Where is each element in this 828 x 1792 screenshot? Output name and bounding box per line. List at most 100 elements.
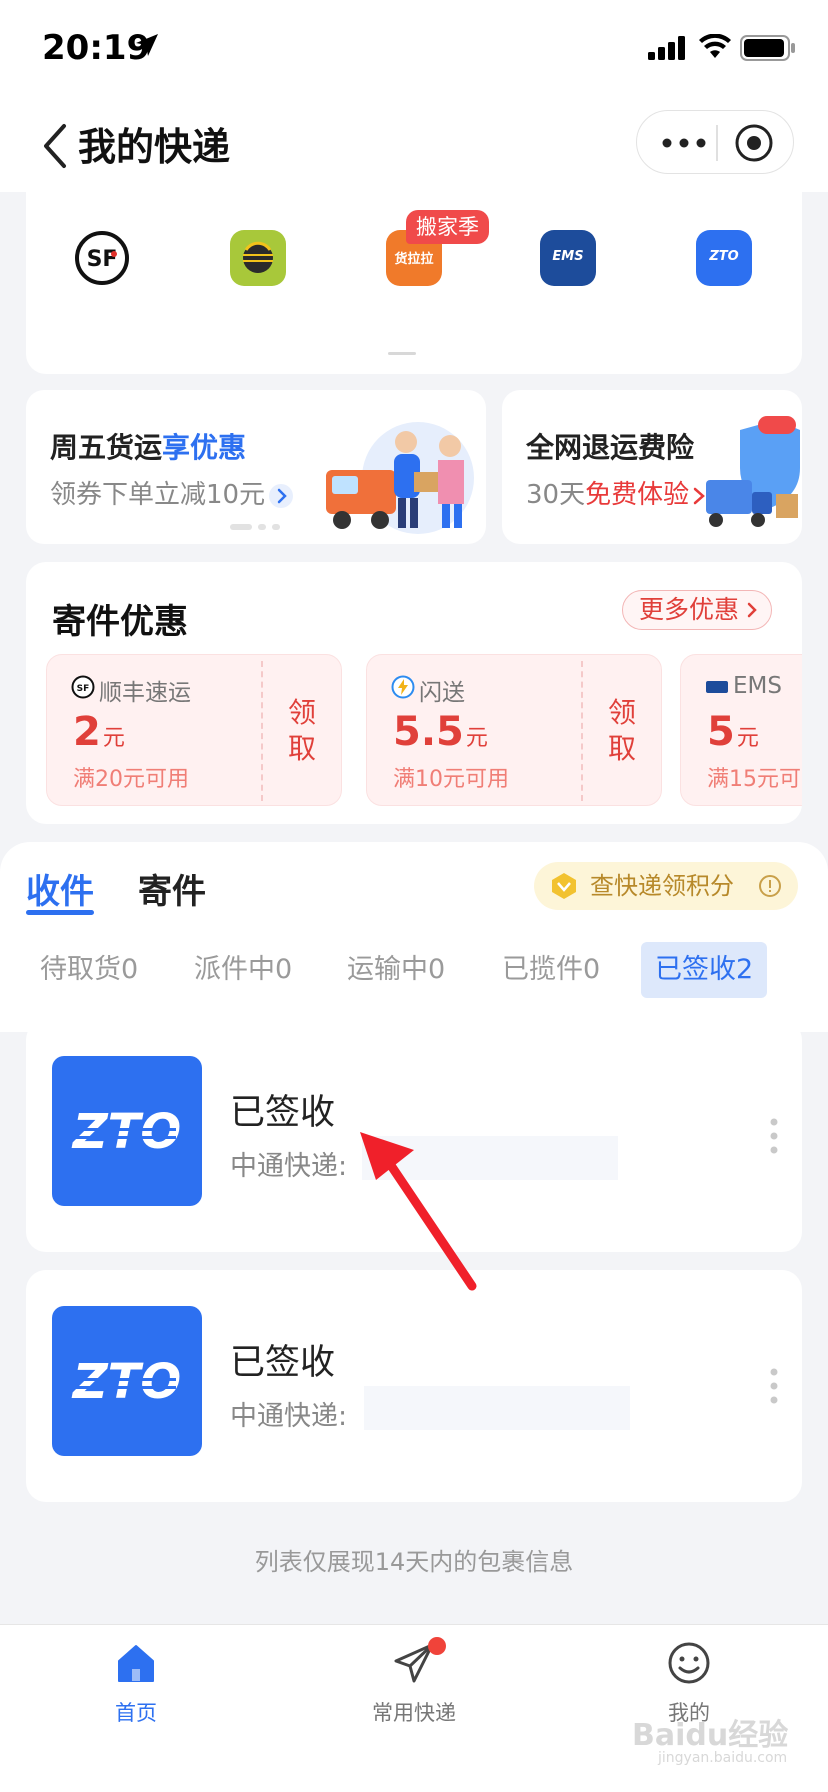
bottom-tab-bar: 首页 常用快递 我的 [0,1624,828,1792]
more-coupons-button[interactable]: 更多优惠 [622,590,773,630]
svg-text:ZTO: ZTO [71,1104,181,1160]
close-target-icon[interactable] [733,122,775,164]
coupon-claim-button[interactable]: 领取 [607,695,637,767]
coupon-amount: 2元 [73,709,125,755]
shield-truck-illustration-icon [706,416,800,527]
carrier-zto[interactable]: ZTO [696,230,752,286]
package-card[interactable]: ZTO 已签收 中通快递: [26,1270,802,1502]
list-footnote: 列表仅展现14天内的包裹信息 [254,1548,574,1576]
notification-dot [428,1637,446,1655]
home-icon [118,1645,154,1682]
smiley-profile-icon [668,1642,710,1684]
coupons-title: 寄件优惠 [52,602,188,642]
coupon-condition: 满20元可用 [73,767,189,792]
promo-title-prefix: 周五货运 [50,431,163,464]
coupon-claim-button[interactable]: 领取 [287,695,317,767]
cellular-signal-icon [648,36,685,60]
svg-text:SF: SF [77,684,90,694]
tracking-header: 收件 寄件 查快递领积分 待取货0 派件中0 运输中0 已揽件0 已签收2 [0,842,828,1032]
coupon-carrier-name: 顺丰速运 [99,680,191,706]
zto-logo-text: ZTO [709,249,739,264]
more-vertical-icon[interactable] [768,1116,780,1156]
shipping-coupons-card: 寄件优惠 更多优惠 SF 顺丰速运 2元 满20元可用 领取 闪送 5.5元 满… [26,562,802,824]
carrier-ems[interactable]: EMS [540,230,596,286]
huolala-logo-text: 货拉拉 [394,252,434,267]
location-arrow-icon [136,34,158,56]
coupon-ems[interactable]: EMS 5元 满15元可 [680,654,802,806]
tabbar-home[interactable]: 首页 [36,1625,236,1745]
battery-icon [740,35,795,61]
coupon-carrier-name: 闪送 [419,680,465,706]
points-button[interactable]: 查快递领积分 [534,862,798,910]
promo-friday-freight[interactable]: 周五货运享优惠 领券下单立减10元 [26,390,486,544]
coupon-amount-value: 5.5 [393,709,464,755]
status-tab-collected[interactable]: 已揽件0 [502,942,600,998]
zto-logo-icon: ZTO [71,1354,181,1410]
coupon-amount-value: 5 [707,709,735,755]
moving-season-badge: 搬家季 [406,210,489,244]
more-coupons-label: 更多优惠 [639,595,740,624]
status-tab-in-transit[interactable]: 运输中0 [347,942,445,998]
coupon-amount-unit: 元 [102,726,125,751]
coupon-condition: 满15元可 [707,767,801,792]
sf-logo-icon: SF [75,231,129,285]
coupon-divider [581,661,583,801]
baidu-watermark-url: jingyan.baidu.com [658,1750,788,1766]
svg-text:ZTO: ZTO [71,1354,181,1410]
tabbar-common-express[interactable]: 常用快递 [314,1625,514,1745]
coupon-sf-express[interactable]: SF 顺丰速运 2元 满20元可用 领取 [46,654,342,806]
chevron-right-icon [269,483,294,508]
promo-return-insurance[interactable]: 全网退运费险 30天免费体验 [502,390,802,544]
tab-receive[interactable]: 收件 [26,864,94,913]
wifi-icon [699,34,731,58]
promo-pager-dots [230,516,286,535]
status-bar: 20:19 [0,0,828,100]
ems-logo-text: EMS [552,249,584,264]
capsule-divider [716,125,718,161]
promo-subtitle-text: 领券下单立减10元 [50,480,266,510]
coupon-shansong[interactable]: 闪送 5.5元 满10元可用 领取 [366,654,662,806]
redacted-tracking-number [364,1386,630,1430]
promo-title-highlight: 享优惠 [162,431,247,464]
package-company: 中通快递: [230,1151,348,1182]
promo-subtitle-prefix: 30天 [526,480,586,510]
status-tab-pending-pickup[interactable]: 待取货0 [40,942,138,998]
page-title: 我的快递 [78,125,231,169]
ems-logo-icon [706,681,728,693]
promo-title: 周五货运享优惠 [50,426,246,466]
carousel-indicator [388,352,416,355]
package-status: 已签收 [230,1343,336,1383]
lightning-logo-icon [391,675,415,699]
points-label: 查快递领积分 [590,872,734,900]
chevron-right-icon [747,602,757,618]
coin-icon [552,873,576,899]
zto-logo: ZTO [52,1056,202,1206]
zto-logo-icon: ZTO [71,1104,181,1160]
zto-logo: ZTO [52,1306,202,1456]
coupon-carrier-name: EMS [733,673,782,699]
carrier-sf-express[interactable]: SF [74,230,130,286]
coupon-amount: 5.5元 [393,709,488,755]
tabbar-common-label: 常用快递 [372,1701,456,1725]
package-status: 已签收 [230,1093,336,1133]
tabbar-home-label: 首页 [115,1701,157,1725]
package-company: 中通快递: [230,1401,348,1432]
coupon-divider [261,661,263,801]
tab-send[interactable]: 寄件 [138,864,206,913]
promo-subtitle: 领券下单立减10元 [50,474,294,511]
carrier-yto[interactable] [230,230,286,286]
more-vertical-icon[interactable] [768,1366,780,1406]
miniprogram-capsule [636,110,794,174]
status-tab-delivering[interactable]: 派件中0 [194,942,292,998]
status-tab-signed[interactable]: 已签收2 [641,942,768,998]
carrier-strip: SF 货拉拉 EMS ZTO 搬家季 [26,192,802,374]
coupon-amount: 5元 [707,709,759,755]
coupon-amount-unit: 元 [465,726,488,751]
back-chevron-icon[interactable] [36,120,76,172]
more-dots-icon[interactable] [659,129,709,157]
sf-logo-icon: SF [71,675,95,699]
coupon-condition: 满10元可用 [393,767,509,792]
coupon-amount-unit: 元 [736,726,759,751]
coupon-amount-value: 2 [73,709,101,755]
promo-subtitle-highlight: 免费体验 [585,480,690,510]
